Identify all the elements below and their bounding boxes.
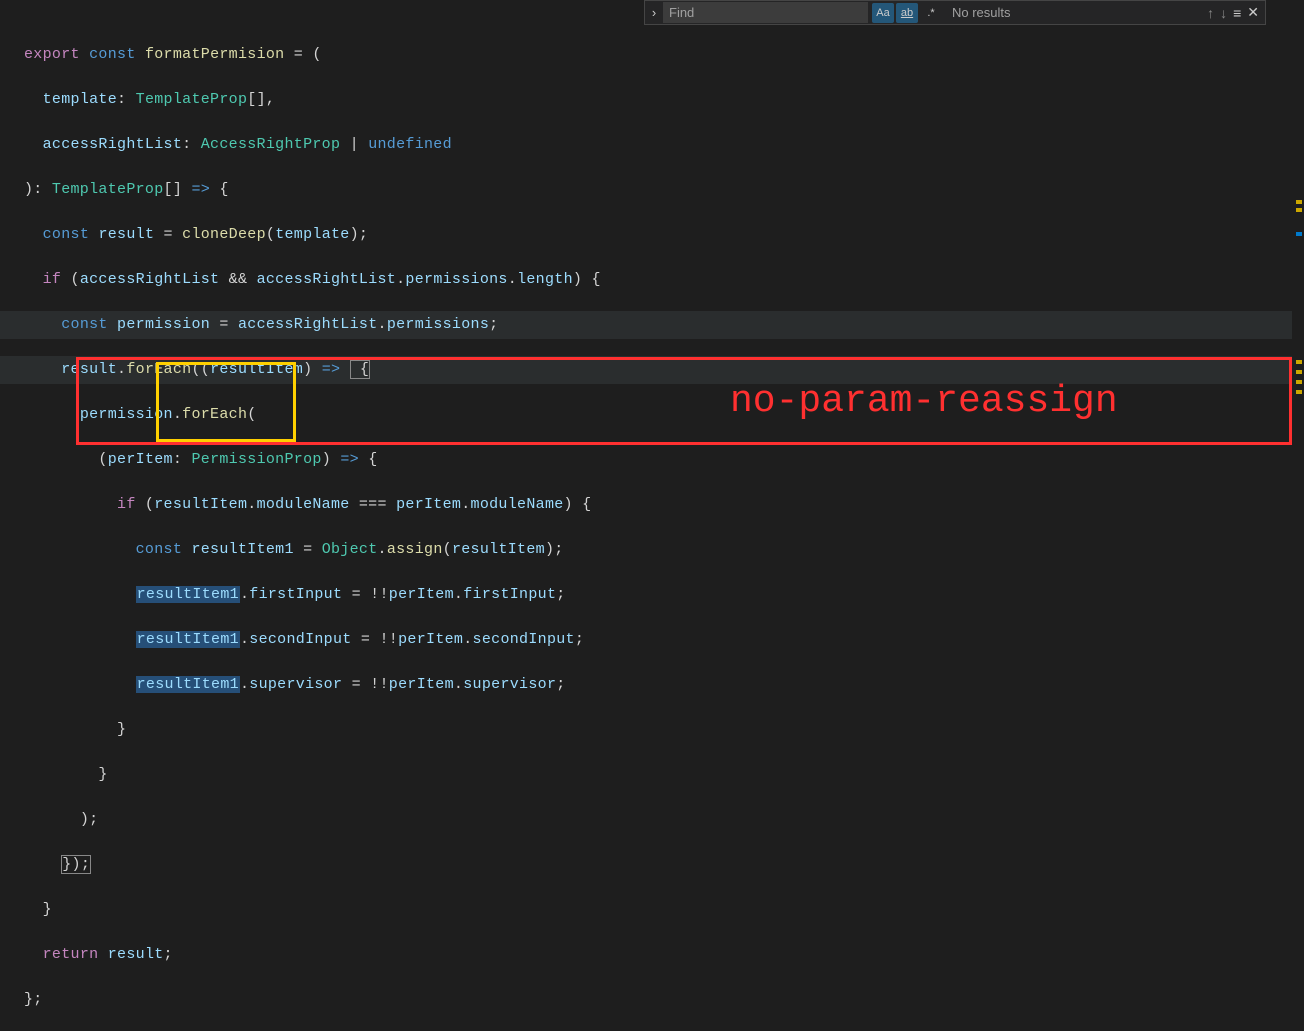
find-bar: › Aa ab .* No results ↑ ↓ ≡ ✕ — [644, 0, 1266, 25]
find-input[interactable] — [663, 2, 868, 23]
code-line: ): TemplateProp[] => { — [24, 176, 1304, 204]
code-line: } — [24, 896, 1304, 924]
code-line: export const formatPermision = ( — [24, 41, 1304, 69]
code-line: resultItem1.firstInput = !!perItem.first… — [24, 581, 1304, 609]
code-line: if (resultItem.moduleName === perItem.mo… — [24, 491, 1304, 519]
overview-ruler[interactable] — [1292, 0, 1304, 648]
code-line: if (accessRightList && accessRightList.p… — [24, 266, 1304, 294]
close-find-icon[interactable]: ✕ — [1247, 4, 1259, 21]
code-line: const permission = accessRightList.permi… — [0, 311, 1304, 339]
find-prev-icon[interactable]: ↑ — [1207, 5, 1214, 21]
find-toggles: Aa ab .* — [872, 3, 942, 23]
find-results-label: No results — [952, 5, 1207, 20]
code-line: }); — [24, 851, 1304, 879]
code-line: resultItem1.supervisor = !!perItem.super… — [24, 671, 1304, 699]
code-line: const resultItem1 = Object.assign(result… — [24, 536, 1304, 564]
code-line: template: TemplateProp[], — [24, 86, 1304, 114]
code-line: const result = cloneDeep(template); — [24, 221, 1304, 249]
regex-toggle[interactable]: .* — [920, 3, 942, 23]
code-line: resultItem1.secondInput = !!perItem.seco… — [24, 626, 1304, 654]
code-line: result.forEach((resultItem) => { — [0, 356, 1304, 384]
match-case-toggle[interactable]: Aa — [872, 3, 894, 23]
code-line: }; — [24, 986, 1304, 1014]
find-in-selection-icon[interactable]: ≡ — [1233, 5, 1241, 21]
code-line: permission.forEach( — [24, 401, 1304, 429]
code-editor[interactable]: export const formatPermision = ( templat… — [24, 24, 1304, 1031]
code-line: ); — [24, 806, 1304, 834]
code-line: return result; — [24, 941, 1304, 969]
code-line: accessRightList: AccessRightProp | undef… — [24, 131, 1304, 159]
code-line: } — [24, 716, 1304, 744]
match-whole-word-toggle[interactable]: ab — [896, 3, 918, 23]
find-next-icon[interactable]: ↓ — [1220, 5, 1227, 21]
find-nav: ↑ ↓ ≡ ✕ — [1207, 4, 1259, 21]
find-expand-toggle[interactable]: › — [645, 5, 663, 20]
code-line: (perItem: PermissionProp) => { — [24, 446, 1304, 474]
code-line: } — [24, 761, 1304, 789]
